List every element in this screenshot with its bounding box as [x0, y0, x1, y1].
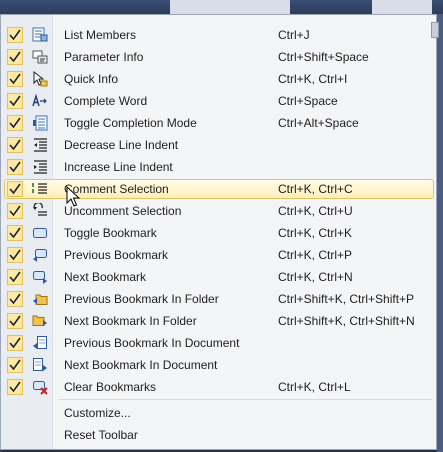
menu-item-label: Complete Word: [64, 94, 148, 108]
menu-item-shortcut: Ctrl+K, Ctrl+P: [278, 248, 353, 262]
menu-item-list-members[interactable]: List Members Ctrl+J: [1, 24, 436, 46]
checkmark-icon: [7, 335, 23, 351]
menu-item-label: Previous Bookmark: [64, 248, 169, 262]
scrollbar[interactable]: [437, 14, 443, 452]
completion-mode-icon: [32, 115, 48, 131]
menu-item-label: Next Bookmark In Document: [64, 358, 218, 372]
menu-item-label: Uncomment Selection: [64, 204, 182, 218]
menu-item-label: Increase Line Indent: [64, 160, 173, 174]
checkmark-icon: [7, 27, 23, 43]
clear-bookmarks-icon: [32, 379, 48, 395]
checkmark-icon: [7, 313, 23, 329]
menu-item-shortcut: Ctrl+K, Ctrl+K: [278, 226, 353, 240]
menu-item-customize[interactable]: Customize...: [64, 406, 131, 420]
menu-item-previous-bookmark-in-document[interactable]: Previous Bookmark In Document: [1, 332, 436, 354]
menu-item-previous-bookmark-in-folder[interactable]: Previous Bookmark In Folder Ctrl+Shift+K…: [1, 288, 436, 310]
menu-item-toggle-completion-mode[interactable]: Toggle Completion Mode Ctrl+Alt+Space: [1, 112, 436, 134]
menu-item-shortcut: Ctrl+Shift+K, Ctrl+Shift+P: [278, 292, 415, 306]
comment-icon: [32, 181, 48, 197]
checkmark-icon: [7, 181, 23, 197]
menu-separator: [59, 399, 432, 400]
menu-item-label: List Members: [64, 28, 137, 42]
checkmark-icon: [7, 203, 23, 219]
menu-item-shortcut: Ctrl+Shift+Space: [278, 50, 369, 64]
menu-item-label: Previous Bookmark In Folder: [64, 292, 219, 306]
checkmark-icon: [7, 159, 23, 175]
menu-item-shortcut: Ctrl+K, Ctrl+L: [278, 380, 351, 394]
menu-items: List Members Ctrl+J Parameter Info Ctrl+…: [1, 24, 436, 398]
scroll-handle[interactable]: [431, 22, 439, 38]
menu-item-label: Toggle Completion Mode: [64, 116, 197, 130]
menu-item-shortcut: Ctrl+K, Ctrl+U: [278, 204, 353, 218]
menu-item-shortcut: Ctrl+Shift+K, Ctrl+Shift+N: [278, 314, 415, 328]
checkmark-icon: [7, 115, 23, 131]
menu-item-label: Parameter Info: [64, 50, 144, 64]
next-document-bookmark-icon: [32, 357, 48, 373]
menu-item-shortcut: Ctrl+K, Ctrl+I: [278, 72, 348, 86]
menu-item-next-bookmark-in-folder[interactable]: Next Bookmark In Folder Ctrl+Shift+K, Ct…: [1, 310, 436, 332]
menu-item-shortcut: Ctrl+K, Ctrl+N: [278, 270, 353, 284]
toolbar-strip-right: [372, 0, 432, 14]
menu-item-label: Quick Info: [64, 72, 119, 86]
checkmark-icon: [7, 93, 23, 109]
menu-item-increase-line-indent[interactable]: Increase Line Indent: [1, 156, 436, 178]
menu-item-decrease-line-indent[interactable]: Decrease Line Indent: [1, 134, 436, 156]
increase-indent-icon: [32, 159, 48, 175]
menu-item-quick-info[interactable]: Quick Info Ctrl+K, Ctrl+I: [1, 68, 436, 90]
menu-item-previous-bookmark[interactable]: Previous Bookmark Ctrl+K, Ctrl+P: [1, 244, 436, 266]
menu-item-shortcut: Ctrl+Space: [278, 94, 338, 108]
decrease-indent-icon: [32, 137, 48, 153]
previous-document-bookmark-icon: [32, 335, 48, 351]
menu-item-next-bookmark[interactable]: Next Bookmark Ctrl+K, Ctrl+N: [1, 266, 436, 288]
checkmark-icon: [7, 291, 23, 307]
menu-item-label: Next Bookmark: [64, 270, 147, 284]
checkmark-icon: [7, 225, 23, 241]
checkmark-icon: [7, 137, 23, 153]
menu-item-reset-toolbar[interactable]: Reset Toolbar: [64, 428, 138, 442]
next-folder-bookmark-icon: [32, 313, 48, 329]
next-bookmark-icon: [32, 269, 48, 285]
parameter-info-icon: [32, 49, 48, 65]
mouse-cursor-icon: [66, 185, 81, 208]
checkmark-icon: [7, 357, 23, 373]
toolbar-options-menu: List Members Ctrl+J Parameter Info Ctrl+…: [0, 14, 437, 450]
checkmark-icon: [7, 71, 23, 87]
checkmark-icon: [7, 379, 23, 395]
previous-bookmark-icon: [32, 247, 48, 263]
menu-item-label: Toggle Bookmark: [64, 226, 157, 240]
menu-item-label: Next Bookmark In Folder: [64, 314, 197, 328]
checkmark-icon: [7, 269, 23, 285]
menu-item-shortcut: Ctrl+K, Ctrl+C: [278, 182, 353, 196]
uncomment-icon: [32, 202, 48, 219]
title-bar: [0, 0, 443, 14]
menu-item-clear-bookmarks[interactable]: Clear Bookmarks Ctrl+K, Ctrl+L: [1, 376, 436, 398]
menu-item-label: Clear Bookmarks: [64, 380, 157, 394]
checkmark-icon: [7, 247, 23, 263]
menu-item-toggle-bookmark[interactable]: Toggle Bookmark Ctrl+K, Ctrl+K: [1, 222, 436, 244]
menu-item-label: Decrease Line Indent: [64, 138, 179, 152]
bookmark-icon: [32, 225, 48, 241]
checkmark-icon: [7, 49, 23, 65]
quick-info-icon: [32, 70, 48, 87]
menu-item-shortcut: Ctrl+Alt+Space: [278, 116, 359, 130]
toolbar-strip: [170, 0, 290, 14]
menu-item-parameter-info[interactable]: Parameter Info Ctrl+Shift+Space: [1, 46, 436, 68]
menu-item-shortcut: Ctrl+J: [278, 28, 310, 42]
menu-item-complete-word[interactable]: Complete Word Ctrl+Space: [1, 90, 436, 112]
complete-word-icon: [32, 93, 48, 109]
menu-item-label: Previous Bookmark In Document: [64, 336, 240, 350]
previous-folder-bookmark-icon: [32, 291, 48, 307]
menu-item-next-bookmark-in-document[interactable]: Next Bookmark In Document: [1, 354, 436, 376]
list-members-icon: [32, 27, 48, 43]
